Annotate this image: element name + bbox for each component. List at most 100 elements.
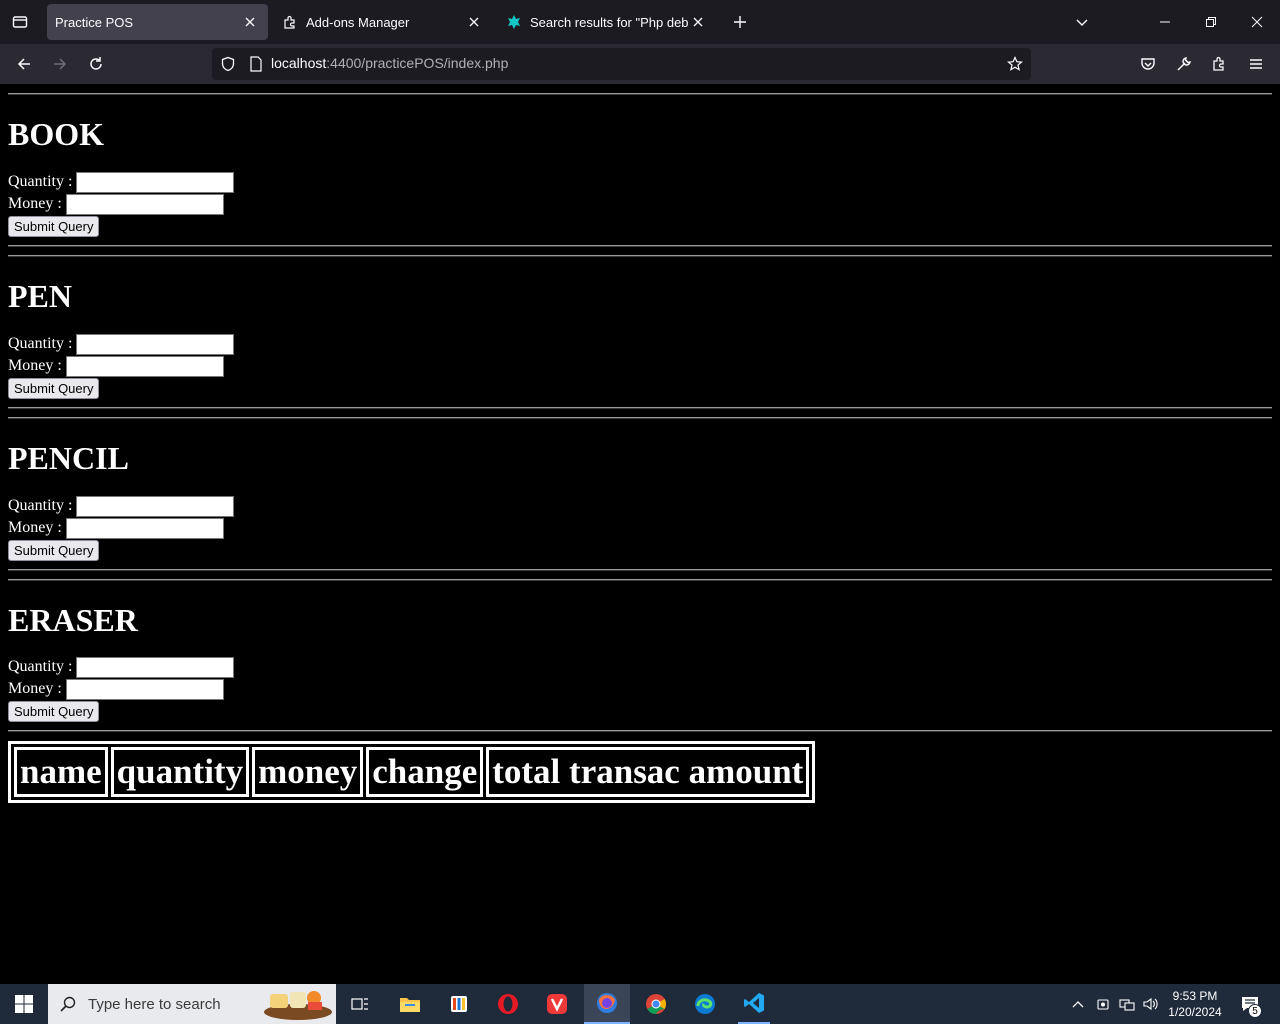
pocket-icon[interactable] [1134, 50, 1162, 78]
notification-center-icon[interactable]: 5 [1236, 984, 1264, 1024]
browser-nav-bar: localhost:4400/practicePOS/index.php [0, 44, 1280, 84]
quantity-label: Quantity : [8, 658, 73, 675]
money-label: Money : [8, 680, 62, 697]
taskbar-clock[interactable]: 9:53 PM 1/20/2024 [1160, 988, 1230, 1020]
quantity-input[interactable] [76, 495, 235, 517]
quantity-label: Quantity : [8, 497, 73, 514]
new-tab-plus-icon[interactable] [726, 8, 754, 36]
wrench-icon[interactable] [1170, 50, 1198, 78]
volume-icon[interactable] [1141, 984, 1161, 1024]
submit-button[interactable]: Submit Query [8, 216, 100, 237]
money-label: Money : [8, 195, 62, 212]
minimize-icon[interactable] [1142, 0, 1188, 44]
forward-arrow-icon[interactable] [46, 50, 74, 78]
product-section-pencil: PENCIL Quantity : Money : Submit Query [8, 440, 1272, 561]
money-input[interactable] [65, 678, 224, 700]
clock-time: 9:53 PM [1172, 989, 1218, 1003]
divider [8, 417, 1272, 419]
search-icon [60, 996, 76, 1012]
submit-button[interactable]: Submit Query [8, 701, 100, 722]
url-text[interactable]: localhost:4400/practicePOS/index.php [271, 55, 508, 73]
product-title: ERASER [8, 602, 138, 638]
chrome-icon[interactable] [640, 984, 672, 1024]
product-section-eraser: ERASER Quantity : Money : Submit Query [8, 602, 1272, 722]
restore-icon[interactable] [1188, 0, 1234, 44]
quantity-input[interactable] [76, 333, 235, 355]
file-explorer-icon[interactable] [394, 984, 426, 1024]
product-title: PEN [8, 278, 72, 314]
tab-title: Search results for "Php debugg [530, 14, 688, 30]
list-all-tabs-chevron-down-icon[interactable] [1068, 8, 1096, 36]
page-icon[interactable] [246, 54, 266, 74]
vivaldi-icon[interactable] [541, 984, 573, 1024]
quantity-label: Quantity : [8, 173, 73, 190]
money-input[interactable] [65, 193, 224, 215]
tab-close-icon[interactable] [240, 12, 260, 32]
product-section-pen: PEN Quantity : Money : Submit Query [8, 278, 1272, 399]
divider [8, 730, 1272, 732]
taskbar-search-box[interactable]: Type here to search [48, 984, 336, 1024]
search-placeholder: Type here to search [88, 995, 221, 1013]
product-title: PENCIL [8, 440, 129, 476]
product-section-book: BOOK Quantity : Money : Submit Query [8, 116, 1272, 237]
tab-close-icon[interactable] [464, 12, 484, 32]
money-input[interactable] [65, 517, 224, 539]
firefox-view-icon[interactable] [0, 0, 40, 44]
url-host: localhost [271, 55, 327, 71]
column-header-name: name [14, 747, 108, 797]
divider [8, 255, 1272, 257]
column-header-quantity: quantity [110, 747, 250, 797]
divider [8, 579, 1272, 581]
submit-button[interactable]: Submit Query [8, 378, 100, 399]
notification-count-badge: 5 [1248, 1004, 1262, 1018]
firefox-taskbar-icon[interactable] [584, 984, 630, 1024]
page-content: BOOK Quantity : Money : Submit Query PEN… [0, 84, 1280, 984]
tab-title: Add-ons Manager [306, 14, 410, 30]
reload-icon[interactable] [82, 50, 110, 78]
money-row: Money : [8, 678, 1272, 700]
hamburger-menu-icon[interactable] [1242, 50, 1270, 78]
column-header-total-transac-amount: total transac amount [486, 747, 810, 797]
quantity-input[interactable] [76, 171, 235, 193]
money-row: Money : [8, 517, 1272, 539]
quantity-row: Quantity : [8, 333, 1272, 355]
submit-button[interactable]: Submit Query [8, 540, 100, 561]
chevron-up-icon[interactable] [1068, 984, 1088, 1024]
money-label: Money : [8, 519, 62, 536]
quantity-row: Quantity : [8, 495, 1272, 517]
opera-icon[interactable] [492, 984, 524, 1024]
quantity-row: Quantity : [8, 171, 1272, 193]
close-window-icon[interactable] [1234, 0, 1280, 44]
tab-close-icon[interactable] [688, 12, 708, 32]
tab-addons-manager[interactable]: Add-ons Manager [274, 4, 492, 40]
url-path: :4400/practicePOS/index.php [326, 55, 509, 71]
search-highlight-image-icon [262, 986, 334, 1022]
extensions-icon[interactable] [1206, 50, 1234, 78]
quantity-row: Quantity : [8, 656, 1272, 678]
column-header-money: money [252, 747, 364, 797]
app-icon[interactable] [443, 984, 475, 1024]
puzzle-piece-icon [282, 14, 298, 30]
vscode-icon[interactable] [738, 984, 770, 1024]
money-input[interactable] [65, 355, 224, 377]
tab-search-results[interactable]: Search results for "Php debugg [498, 4, 716, 40]
money-label: Money : [8, 357, 62, 374]
back-arrow-icon[interactable] [10, 50, 38, 78]
windows-start-icon[interactable] [0, 984, 48, 1024]
quantity-input[interactable] [76, 656, 235, 678]
edge-icon[interactable] [689, 984, 721, 1024]
network-icon[interactable] [1117, 984, 1137, 1024]
windows-taskbar: Type here to search 9:53 PM 1/20/2024 5 [0, 984, 1280, 1024]
task-view-icon[interactable] [344, 984, 376, 1024]
bookmark-star-icon[interactable] [1005, 54, 1025, 74]
url-bar[interactable]: localhost:4400/practicePOS/index.php [212, 48, 1031, 80]
divider [8, 93, 1272, 95]
tab-title: Practice POS [55, 14, 134, 30]
money-row: Money : [8, 193, 1272, 215]
tab-practice-pos[interactable]: Practice POS [47, 4, 268, 40]
product-title: BOOK [8, 116, 105, 152]
browser-tab-bar: Practice POS Add-ons Manager Search resu… [0, 0, 1280, 44]
shield-icon[interactable] [218, 54, 238, 74]
meet-now-icon[interactable] [1093, 984, 1113, 1024]
clock-date: 1/20/2024 [1168, 1005, 1222, 1019]
